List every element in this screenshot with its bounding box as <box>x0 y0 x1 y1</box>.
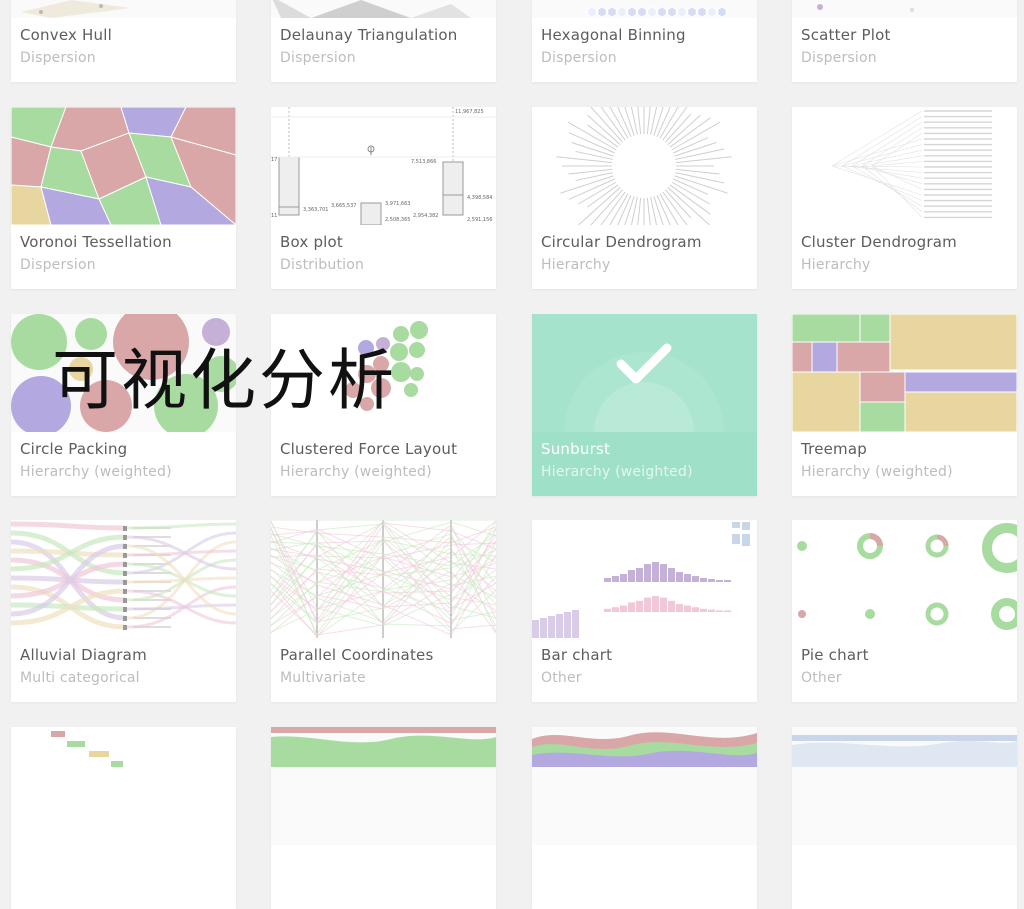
card-category: Multivariate <box>280 670 366 686</box>
card-category: Other <box>801 670 842 686</box>
card-category: Dispersion <box>801 50 877 66</box>
chart-card-convex-hull[interactable]: Convex Hull Dispersion <box>11 0 236 82</box>
card-category: Other <box>541 670 582 686</box>
chart-card-row4-4[interactable] <box>792 727 1017 909</box>
card-category: Hierarchy (weighted) <box>541 464 693 480</box>
circular-dendrogram-thumbnail <box>532 107 757 225</box>
card-category: Hierarchy (weighted) <box>20 464 172 480</box>
card-category: Distribution <box>280 257 365 273</box>
card-title: Treemap <box>801 440 867 458</box>
chart-card-bar-chart[interactable]: Bar chart Other <box>532 520 757 702</box>
card-title: Parallel Coordinates <box>280 646 434 664</box>
sunburst-thumbnail <box>532 314 757 432</box>
card-category: Multi categorical <box>20 670 140 686</box>
cluster-dendrogram-thumbnail <box>792 107 1017 225</box>
chart-card-row4-1[interactable] <box>11 727 236 909</box>
card-category: Hierarchy (weighted) <box>801 464 953 480</box>
card-title: Convex Hull <box>20 26 112 44</box>
chart-card-scatter-plot[interactable]: Scatter Plot Dispersion <box>792 0 1017 82</box>
stream-thumbnail <box>532 727 757 845</box>
chart-card-row4-3[interactable] <box>532 727 757 909</box>
card-title: Hexagonal Binning <box>541 26 686 44</box>
convex-hull-thumbnail <box>11 0 236 18</box>
gantt-thumbnail <box>11 727 236 845</box>
chart-card-row4-2[interactable] <box>271 727 496 909</box>
overlay-caption: 可视化分析 <box>52 342 397 419</box>
card-category: Dispersion <box>280 50 356 66</box>
checkmark-icon <box>616 343 672 384</box>
card-title: Delaunay Triangulation <box>280 26 458 44</box>
bar-chart-thumbnail <box>532 520 757 638</box>
box-label: 17 <box>271 157 277 163</box>
card-title: Box plot <box>280 233 343 251</box>
box-label: 4,398,584 <box>467 195 492 201</box>
card-category: Hierarchy <box>801 257 871 273</box>
box-label: 2,591,156 <box>467 217 492 223</box>
chart-card-voronoi-tessellation[interactable]: Voronoi Tessellation Dispersion <box>11 107 236 289</box>
box-label: 3,971,663 <box>385 201 410 207</box>
chart-card-hexagonal-binning[interactable]: Hexagonal Binning Dispersion <box>532 0 757 82</box>
card-title: Circular Dendrogram <box>541 233 702 251</box>
card-category: Hierarchy <box>541 257 611 273</box>
chart-card-box-plot[interactable]: 11,967,825 7,513,866 4,398,584 3,363,701… <box>271 107 496 289</box>
parallel-coordinates-thumbnail <box>271 520 496 638</box>
box-label: 7,513,866 <box>411 159 436 165</box>
chart-card-parallel-coordinates[interactable]: Parallel Coordinates Multivariate <box>271 520 496 702</box>
box-label: 11,967,825 <box>455 109 484 115</box>
chart-card-pie-chart[interactable]: Pie chart Other <box>792 520 1017 702</box>
card-title: Pie chart <box>801 646 869 664</box>
area-thumbnail <box>792 727 1017 845</box>
box-label: 2,508,365 <box>385 217 410 223</box>
streamgraph-thumbnail <box>271 727 496 845</box>
voronoi-thumbnail <box>11 107 236 225</box>
pie-chart-thumbnail <box>792 520 1017 638</box>
chart-card-delaunay-triangulation[interactable]: Delaunay Triangulation Dispersion <box>271 0 496 82</box>
alluvial-thumbnail <box>11 520 236 638</box>
boxplot-thumbnail: 11,967,825 7,513,866 4,398,584 3,363,701… <box>271 107 496 225</box>
card-title: Clustered Force Layout <box>280 440 458 458</box>
card-title: Voronoi Tessellation <box>20 233 172 251</box>
card-category: Dispersion <box>541 50 617 66</box>
box-label: 3,665,537 <box>331 203 356 209</box>
card-title: Scatter Plot <box>801 26 891 44</box>
box-label: 3,363,701 <box>303 207 328 213</box>
chart-card-sunburst[interactable]: Sunburst Hierarchy (weighted) <box>532 314 757 496</box>
box-label: 11 <box>271 213 277 219</box>
chart-card-alluvial-diagram[interactable]: Alluvial Diagram Multi categorical <box>11 520 236 702</box>
scatter-thumbnail <box>792 0 1017 18</box>
treemap-thumbnail <box>792 314 1017 432</box>
hexbin-thumbnail <box>532 0 757 18</box>
delaunay-thumbnail <box>271 0 496 18</box>
card-category: Dispersion <box>20 50 96 66</box>
card-title: Bar chart <box>541 646 613 664</box>
card-category: Hierarchy (weighted) <box>280 464 432 480</box>
chart-card-circular-dendrogram[interactable]: Circular Dendrogram Hierarchy <box>532 107 757 289</box>
card-title: Circle Packing <box>20 440 128 458</box>
card-title: Alluvial Diagram <box>20 646 147 664</box>
card-title: Sunburst <box>541 440 611 458</box>
card-category: Dispersion <box>20 257 96 273</box>
chart-card-treemap[interactable]: Treemap Hierarchy (weighted) <box>792 314 1017 496</box>
chart-card-cluster-dendrogram[interactable]: Cluster Dendrogram Hierarchy <box>792 107 1017 289</box>
box-label: 2,954,382 <box>413 213 438 219</box>
card-title: Cluster Dendrogram <box>801 233 957 251</box>
